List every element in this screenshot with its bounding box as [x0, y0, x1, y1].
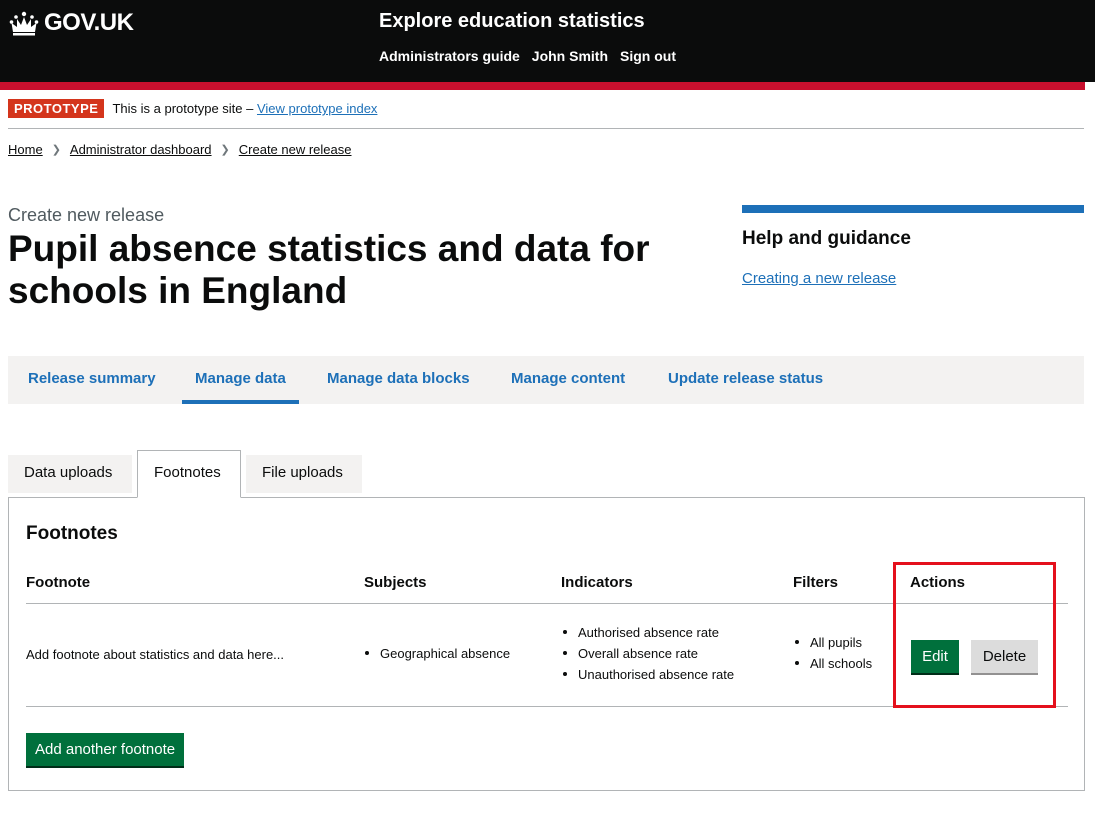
phase-text: This is a prototype site – View prototyp… — [112, 101, 377, 116]
help-title: Help and guidance — [742, 228, 911, 249]
breadcrumb-create-new-release[interactable]: Create new release — [239, 142, 352, 157]
tab-update-release-status[interactable]: Update release status — [668, 356, 823, 404]
header-link-user-name[interactable]: John Smith — [532, 48, 608, 64]
release-navigation: Release summary Manage data Manage data … — [8, 356, 1084, 404]
column-header-subjects: Subjects — [364, 574, 427, 591]
crown-icon — [9, 11, 39, 36]
phase-message: This is a prototype site – — [112, 101, 254, 116]
column-header-filters: Filters — [793, 574, 839, 591]
column-header-footnote: Footnote — [26, 574, 91, 591]
chevron-right-icon: ❯ — [51, 144, 61, 156]
subtab-data-uploads[interactable]: Data uploads — [8, 455, 132, 493]
table-header-divider — [26, 603, 1068, 604]
tab-manage-data[interactable]: Manage data — [182, 356, 299, 404]
table-row-divider — [26, 706, 1068, 707]
header-accent-bar — [0, 82, 1085, 90]
edit-button[interactable]: Edit — [911, 640, 959, 673]
list-item: Geographical absence — [364, 643, 510, 664]
govuk-logo-link[interactable]: GOV.UK — [9, 9, 134, 37]
tab-manage-content[interactable]: Manage content — [511, 356, 625, 404]
phase-divider — [8, 128, 1084, 129]
breadcrumb: Home ❯ Administrator dashboard ❯ Create … — [8, 142, 352, 157]
service-name[interactable]: Explore education statistics — [379, 10, 645, 33]
list-item: All schools — [794, 653, 872, 674]
page-caption: Create new release — [8, 205, 165, 225]
subtab-footnotes[interactable]: Footnotes — [137, 450, 241, 498]
footnotes-panel: Footnotes Footnote Subjects Indicators F… — [8, 497, 1085, 791]
list-item: Overall absence rate — [562, 643, 734, 664]
list-item: Unauthorised absence rate — [562, 664, 734, 685]
column-header-indicators: Indicators — [561, 574, 633, 591]
phase-tag: PROTOTYPE — [8, 99, 105, 118]
phase-banner: PROTOTYPE This is a prototype site – Vie… — [8, 99, 377, 118]
subjects-list: Geographical absence — [364, 643, 510, 664]
help-and-guidance: Help and guidance Creating a new release — [742, 205, 1084, 287]
tab-release-summary[interactable]: Release summary — [28, 356, 156, 404]
indicators-list: Authorised absence rate Overall absence … — [562, 622, 734, 685]
footnotes-heading: Footnotes — [26, 523, 118, 544]
logo-text: GOV.UK — [44, 9, 134, 36]
header-link-sign-out[interactable]: Sign out — [620, 48, 676, 64]
filters-list: All pupils All schools — [794, 632, 872, 674]
list-item: All pupils — [794, 632, 872, 653]
list-item: Authorised absence rate — [562, 622, 734, 643]
creating-new-release-link[interactable]: Creating a new release — [742, 270, 1084, 287]
chevron-right-icon: ❯ — [220, 144, 230, 156]
site-header: GOV.UK Explore education statistics Admi… — [0, 0, 1095, 82]
column-header-actions: Actions — [910, 574, 966, 591]
header-nav: Administrators guide John Smith Sign out — [379, 48, 676, 64]
footnote-text: Add footnote about statistics and data h… — [26, 647, 285, 662]
page-title: Pupil absence statistics and data for sc… — [8, 228, 650, 311]
header-link-administrators-guide[interactable]: Administrators guide — [379, 48, 520, 64]
add-another-footnote-button[interactable]: Add another footnote — [26, 733, 185, 766]
tab-manage-data-blocks[interactable]: Manage data blocks — [327, 356, 470, 404]
delete-button[interactable]: Delete — [971, 640, 1038, 673]
view-prototype-index-link[interactable]: View prototype index — [257, 101, 377, 116]
subtab-file-uploads[interactable]: File uploads — [246, 455, 362, 493]
breadcrumb-home[interactable]: Home — [8, 142, 43, 157]
breadcrumb-administrator-dashboard[interactable]: Administrator dashboard — [70, 142, 212, 157]
